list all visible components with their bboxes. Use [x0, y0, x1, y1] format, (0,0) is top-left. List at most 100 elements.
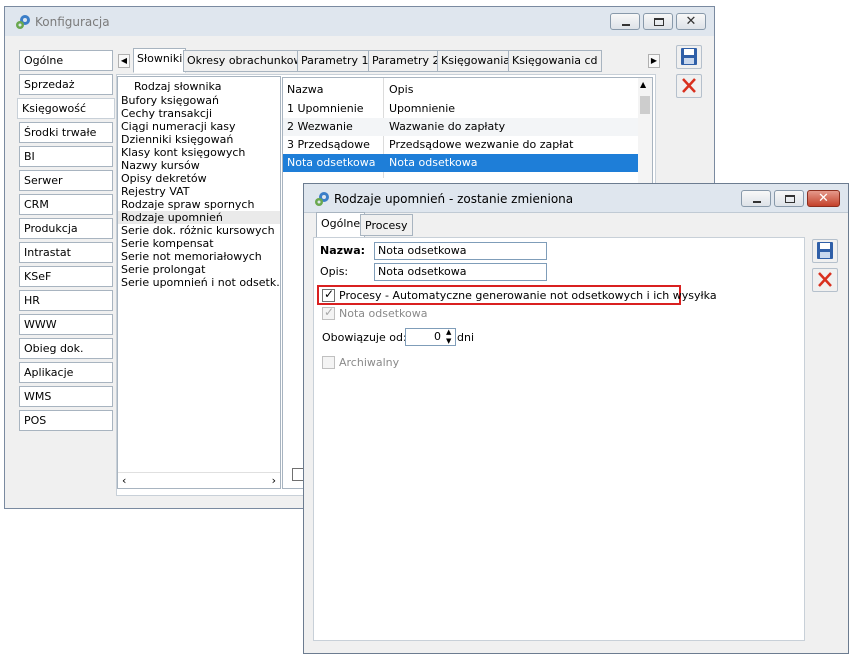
- sidebar-item[interactable]: Ogólne: [19, 50, 113, 71]
- main-titlebar[interactable]: Konfiguracja ✕: [5, 7, 714, 36]
- dictionary-list-item[interactable]: Ciągi numeracji kasy: [118, 120, 280, 133]
- tab-item[interactable]: Parametry 2: [368, 50, 444, 72]
- sidebar-item[interactable]: HR: [19, 290, 113, 311]
- dialog-titlebar[interactable]: Rodzaje upomnień - zostanie zmieniona ✕: [304, 184, 848, 213]
- minimize-button[interactable]: [610, 13, 640, 30]
- table-row[interactable]: 2 Wezwanie Wazwanie do zapłaty: [283, 118, 638, 136]
- floppy-disk-icon: [681, 48, 697, 65]
- dictionary-list-item[interactable]: Serie kompensat: [118, 237, 280, 250]
- floppy-disk-icon: [817, 242, 833, 259]
- dictionary-list-item[interactable]: Serie prolongat: [118, 263, 280, 276]
- cell-description: Nota odsetkowa: [389, 156, 478, 169]
- nota-checkbox-label: Nota odsetkowa: [339, 307, 428, 320]
- valid-from-label: Obowiązuje od:: [322, 331, 407, 344]
- description-label: Opis:: [320, 265, 349, 278]
- tab-item[interactable]: Księgowania cd: [508, 50, 602, 72]
- sidebar-item[interactable]: KSeF: [19, 266, 113, 287]
- process-checkbox-label: Procesy - Automatyczne generowanie not o…: [339, 289, 717, 302]
- save-button[interactable]: [676, 45, 702, 69]
- table-row[interactable]: 3 Przedsądowe Przedsądowe wezwanie do zap…: [283, 136, 638, 154]
- sidebar-item[interactable]: Serwer wydruków: [19, 170, 113, 206]
- scroll-up-icon[interactable]: ▲: [640, 80, 646, 89]
- dictionary-list-item[interactable]: Rejestry VAT: [118, 185, 280, 198]
- close-button[interactable]: ✕: [676, 13, 706, 30]
- table-row[interactable]: Nota odsetkowa Nota odsetkowa: [283, 154, 638, 172]
- horizontal-scrollbar[interactable]: ‹ ›: [118, 472, 280, 488]
- dictionary-list-item[interactable]: Cechy transakcji: [118, 107, 280, 120]
- dictionary-items: Bufory księgowań Cechy transakcji Ciągi nu…: [118, 94, 280, 289]
- dialog-title: Rodzaje upomnień - zostanie zmieniona: [334, 192, 574, 206]
- name-label: Nazwa:: [320, 244, 366, 257]
- dictionary-list-item[interactable]: Opisy dekretów: [118, 172, 280, 185]
- cell-description: Przedsądowe wezwanie do zapłat: [389, 138, 574, 151]
- tabs-scroll-left[interactable]: ◀: [118, 54, 130, 68]
- dialog-maximize-button[interactable]: [774, 190, 804, 207]
- tabs-scroll-right[interactable]: ▶: [648, 54, 660, 68]
- dictionary-list-item[interactable]: Rodzaje spraw spornych: [118, 198, 280, 211]
- dictionary-list-item[interactable]: Klasy kont księgowych: [118, 146, 280, 159]
- dialog-minimize-button[interactable]: [741, 190, 771, 207]
- scroll-left-icon[interactable]: ‹: [122, 474, 126, 487]
- dictionary-list[interactable]: Rodzaj słownika Bufory księgowań Cechy tr…: [117, 76, 281, 489]
- cell-name: 1 Upomnienie: [287, 102, 364, 115]
- dictionary-list-item[interactable]: Dzienniki księgowań: [118, 133, 280, 146]
- description-input[interactable]: Nota odsetkowa: [374, 263, 547, 281]
- dictionary-list-item[interactable]: Serie upomnień i not odsetk.: [118, 276, 280, 289]
- sidebar-item[interactable]: BI: [19, 146, 113, 167]
- checkmark-icon: ✓: [324, 287, 335, 301]
- maximize-icon: [785, 195, 795, 203]
- sidebar-item[interactable]: POS: [19, 410, 113, 431]
- close-icon: ✕: [818, 191, 829, 206]
- name-input[interactable]: Nota odsetkowa: [374, 242, 547, 260]
- scroll-right-icon[interactable]: ›: [272, 474, 276, 487]
- tab-item[interactable]: Słowniki: [133, 48, 187, 73]
- grid-header: Nazwa Opis: [283, 80, 638, 100]
- maximize-button[interactable]: [643, 13, 673, 30]
- reminder-type-dialog: Rodzaje upomnień - zostanie zmieniona ✕ …: [303, 183, 849, 654]
- days-label: dni: [457, 331, 475, 344]
- sidebar-item[interactable]: Obieg dok.: [19, 338, 113, 359]
- dialog-close-button[interactable]: ✕: [807, 190, 840, 207]
- sidebar-item[interactable]: Środki trwałe: [19, 122, 113, 143]
- main-window-title: Konfiguracja: [35, 15, 110, 29]
- dialog-content: Nazwa: Nota odsetkowa Opis: Nota odsetko…: [313, 237, 805, 641]
- column-header-name[interactable]: Nazwa: [287, 80, 323, 100]
- maximize-icon: [654, 18, 664, 26]
- dictionary-list-item[interactable]: Rodzaje upomnień: [118, 211, 280, 224]
- sidebar-item[interactable]: CRM: [19, 194, 113, 215]
- tab-item[interactable]: Parametry 1: [297, 50, 373, 72]
- tab-item[interactable]: Okresy obrachunkowe: [183, 50, 314, 72]
- red-x-icon: [682, 78, 696, 93]
- process-checkbox[interactable]: ✓: [322, 287, 335, 302]
- scrollbar-thumb[interactable]: [640, 96, 650, 114]
- sidebar-item[interactable]: Produkcja: [19, 218, 113, 239]
- dictionary-list-item[interactable]: Serie not memoriałowych: [118, 250, 280, 263]
- dialog-cancel-button[interactable]: [812, 268, 838, 292]
- sidebar-item[interactable]: Intrastat: [19, 242, 113, 263]
- column-header-description[interactable]: Opis: [389, 80, 413, 100]
- sidebar-item[interactable]: Aplikacje: [19, 362, 113, 383]
- dialog-save-button[interactable]: [812, 239, 838, 263]
- dictionary-list-item[interactable]: Bufory księgowań: [118, 94, 280, 107]
- dictionary-list-item[interactable]: Nazwy kursów: [118, 159, 280, 172]
- archived-checkbox[interactable]: [322, 356, 335, 369]
- sidebar-item[interactable]: Sprzedaż: [19, 74, 113, 95]
- gears-icon: [315, 192, 329, 206]
- cell-description: Upomnienie: [389, 102, 456, 115]
- vertical-scrollbar[interactable]: ▲: [638, 78, 652, 198]
- sidebar-item[interactable]: WWW: [19, 314, 113, 335]
- sidebar-item[interactable]: WMS: [19, 386, 113, 407]
- minimize-icon: [753, 201, 761, 203]
- table-row[interactable]: 1 Upomnienie Upomnienie: [283, 100, 638, 118]
- tab-general[interactable]: Ogólne: [316, 212, 366, 238]
- cell-description: Wazwanie do zapłaty: [389, 120, 506, 133]
- tab-processes[interactable]: Procesy: [360, 214, 413, 236]
- cancel-button[interactable]: [676, 74, 702, 98]
- nota-checkbox[interactable]: ✓: [322, 305, 335, 320]
- tab-item[interactable]: Księgowania: [437, 50, 514, 72]
- dictionary-list-item[interactable]: Serie dok. różnic kursowych: [118, 224, 280, 237]
- minimize-icon: [622, 24, 630, 26]
- sidebar-item[interactable]: Księgowość: [17, 98, 115, 119]
- checkmark-icon: ✓: [324, 305, 335, 319]
- spinner-arrows-icon[interactable]: ▲ ▼: [446, 328, 451, 346]
